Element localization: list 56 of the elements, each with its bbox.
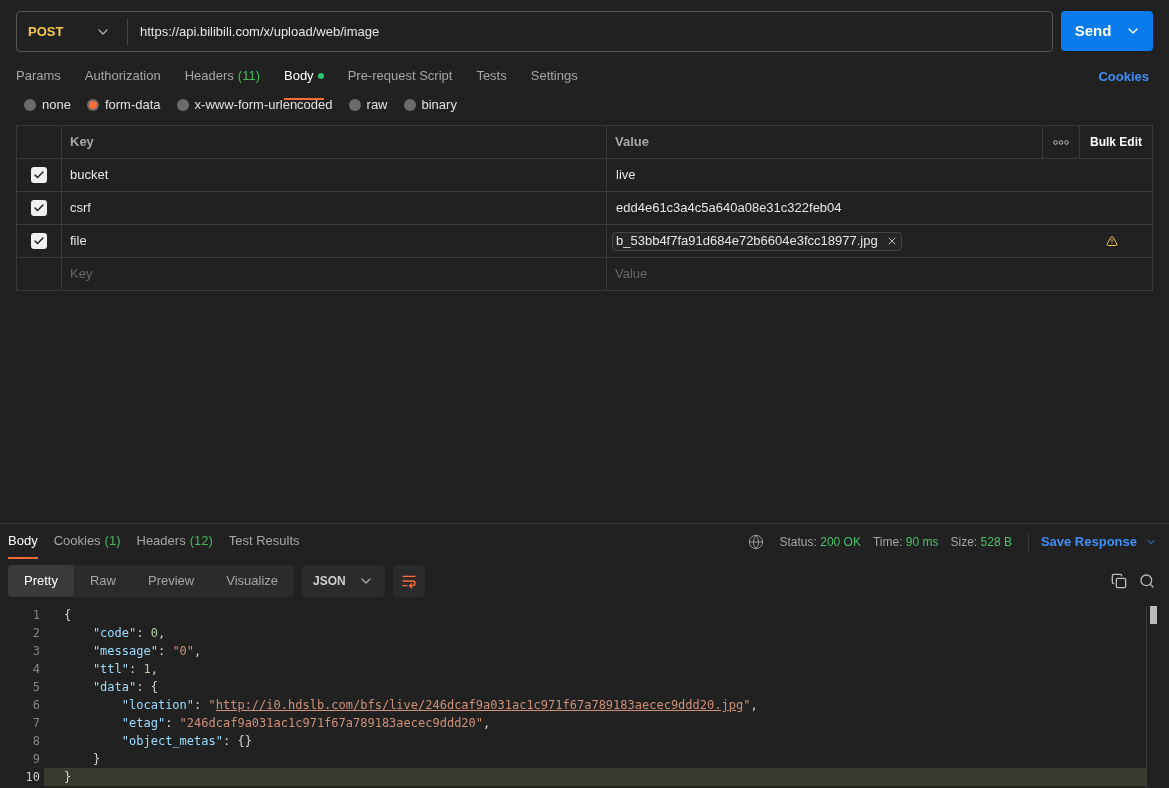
checkmark-icon [33, 202, 45, 214]
response-tab[interactable]: Cookies (1) [53, 525, 121, 559]
warning-icon [1106, 235, 1118, 247]
code-line: "message": "0", [91, 643, 202, 660]
checkmark-icon [33, 169, 45, 181]
send-button[interactable]: Send [1061, 11, 1153, 51]
response-stat: Status: 200 OK [779, 534, 861, 551]
send-label[interactable]: Send [1061, 19, 1125, 43]
request-tab[interactable]: Body [284, 53, 324, 100]
code-line: "ttl": 1, [91, 661, 158, 678]
save-response-button[interactable]: Save Response [1040, 532, 1157, 552]
checkbox[interactable] [31, 200, 47, 216]
line-number: 10 [0, 768, 44, 786]
response-stat: Time: 90 ms [872, 534, 939, 551]
checkmark-icon [33, 235, 45, 247]
wrap-text-icon [400, 573, 417, 589]
method-dropdown[interactable]: POST [17, 12, 127, 51]
url-bar[interactable]: POST https://api.bilibili.com/x/upload/web/image [16, 11, 1053, 52]
view-tab[interactable]: Visualize [210, 565, 295, 597]
request-tab[interactable]: Tests [476, 53, 507, 100]
cookies-link[interactable]: Cookies [1098, 66, 1149, 87]
code-line: } [64, 769, 72, 786]
checkbox[interactable] [31, 167, 47, 183]
code-line: "code": 0, [91, 625, 166, 642]
column-header: Key [62, 126, 607, 158]
code-line: "data": { [91, 679, 158, 696]
table-cell: csrf [62, 192, 607, 224]
table-cell-text: edd4e61c3a4c5a640a08e31c322feb04 [615, 199, 843, 218]
view-tab[interactable]: Raw [73, 565, 132, 597]
response-tab[interactable]: Body [8, 525, 38, 559]
key-input-field[interactable]: Key [62, 258, 607, 290]
response-tab[interactable]: Test Results [228, 525, 300, 559]
response-tab[interactable]: Headers (12) [136, 525, 213, 559]
request-tab[interactable]: Settings [530, 53, 578, 100]
view-tab[interactable]: Pretty [8, 565, 74, 597]
code-line: "location": "http://i0.hdslb.com/bfs/live/246dcaf9a031ac1c971f67a789183aecec9ddd20.jpg", [120, 697, 758, 714]
search-icon[interactable] [1139, 573, 1155, 589]
code-line: } [91, 751, 101, 768]
bulk-edit-button[interactable]: Bulk Edit [1080, 126, 1152, 158]
column-header: Value [607, 126, 1043, 158]
wrap-lines-button[interactable] [392, 565, 425, 597]
view-tab[interactable]: Preview [132, 565, 211, 597]
table-cell: bucket [62, 159, 607, 191]
format-dropdown[interactable]: JSON [302, 565, 385, 597]
value-input-field[interactable]: Value [607, 258, 1152, 290]
checkbox[interactable] [31, 233, 47, 249]
response-stat: Size: 528 B [950, 534, 1012, 551]
globe-icon[interactable] [747, 534, 764, 550]
more-options-icon[interactable] [1053, 139, 1069, 145]
table-cell: file [62, 225, 607, 257]
code-line: "etag": "246dcaf9a031ac1c971f67a789183aecec9ddd20", [120, 715, 491, 732]
table-cell-text: live [615, 166, 637, 185]
copy-icon[interactable] [1111, 573, 1127, 589]
url-field[interactable]: https://api.bilibili.com/x/upload/web/image [128, 21, 1052, 42]
code-line: { [64, 607, 72, 624]
code-line: "object_metas": {} [120, 733, 252, 750]
